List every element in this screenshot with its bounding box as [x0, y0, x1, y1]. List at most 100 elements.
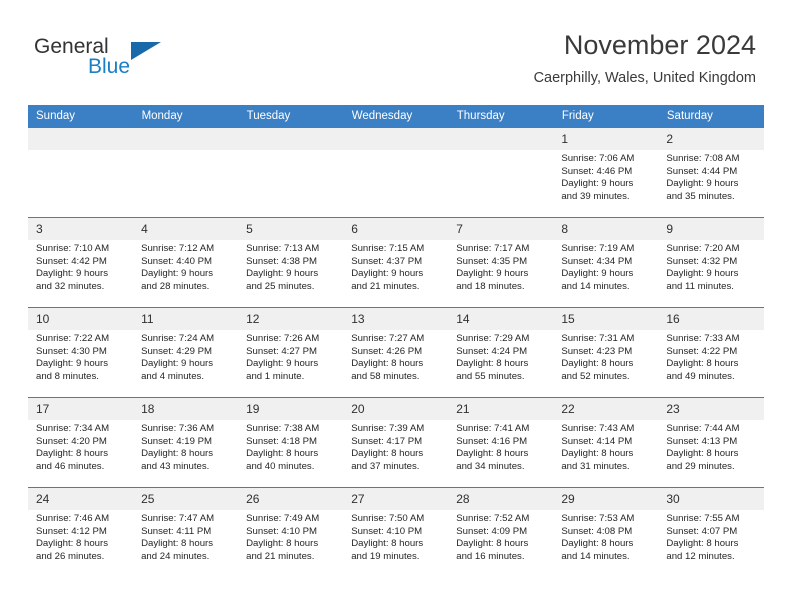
- day-sun-info-line: Sunset: 4:24 PM: [456, 345, 528, 357]
- day-sun-info-line: and 26 minutes.: [36, 550, 105, 562]
- calendar-day-cell[interactable]: 23 Sunrise: 7:44 AM Sunset: 4:13 PM Dayligh…: [658, 397, 764, 488]
- calendar-day-cell[interactable]: 21 Sunrise: 7:41 AM Sunset: 4:16 PM Dayligh…: [448, 397, 554, 488]
- day-sun-info-line: Daylight: 9 hours: [36, 268, 108, 280]
- day-cell-content: 12 Sunrise: 7:26 AM Sunset: 4:27 PM Dayligh…: [238, 308, 344, 397]
- day-sun-info: Sunrise: 7:49 AM Sunset: 4:10 PM Daylight:…: [238, 510, 343, 563]
- day-number: 13: [343, 308, 449, 330]
- day-sun-info-line: Sunset: 4:40 PM: [141, 255, 212, 267]
- day-sun-info: Sunrise: 7:39 AM Sunset: 4:17 PM Daylight:…: [343, 420, 448, 473]
- day-sun-info-line: Sunrise: 7:22 AM: [36, 333, 110, 344]
- day-sun-info: Sunrise: 7:27 AM Sunset: 4:26 PM Daylight:…: [343, 330, 448, 383]
- calendar-day-cell[interactable]: 20 Sunrise: 7:39 AM Sunset: 4:17 PM Dayligh…: [343, 397, 449, 488]
- day-number: 18: [133, 398, 239, 420]
- calendar-day-cell[interactable]: 30 Sunrise: 7:55 AM Sunset: 4:07 PM Dayligh…: [658, 487, 764, 577]
- day-sun-info: Sunrise: 7:46 AM Sunset: 4:12 PM Daylight:…: [28, 510, 133, 563]
- calendar-day-cell[interactable]: 24 Sunrise: 7:46 AM Sunset: 4:12 PM Dayligh…: [28, 487, 134, 577]
- day-number: [28, 128, 134, 150]
- day-sun-info-line: Daylight: 8 hours: [351, 448, 424, 460]
- day-sun-info-line: and 29 minutes.: [666, 460, 735, 472]
- day-sun-info-line: Sunset: 4:42 PM: [36, 255, 107, 267]
- day-sun-info-line: Sunrise: 7:19 AM: [561, 243, 635, 254]
- calendar-day-cell[interactable]: 26 Sunrise: 7:49 AM Sunset: 4:10 PM Dayligh…: [238, 487, 344, 577]
- day-sun-info-line: and 37 minutes.: [351, 460, 420, 472]
- day-sun-info-line: Sunrise: 7:27 AM: [351, 333, 425, 344]
- calendar-day-cell: [28, 127, 134, 218]
- calendar-week-row: 3 Sunrise: 7:10 AM Sunset: 4:42 PM Daylight…: [28, 217, 764, 308]
- calendar-day-cell[interactable]: 9 Sunrise: 7:20 AM Sunset: 4:32 PM Daylight…: [658, 217, 764, 308]
- calendar-day-cell[interactable]: 10 Sunrise: 7:22 AM Sunset: 4:30 PM Dayligh…: [28, 307, 134, 398]
- page-header: General Blue November 2024 Caerphilly, W…: [0, 0, 792, 100]
- calendar-day-cell[interactable]: 13 Sunrise: 7:27 AM Sunset: 4:26 PM Dayligh…: [343, 307, 449, 398]
- day-sun-info-line: Daylight: 8 hours: [456, 448, 529, 460]
- calendar-day-cell[interactable]: 16 Sunrise: 7:33 AM Sunset: 4:22 PM Dayligh…: [658, 307, 764, 398]
- day-cell-content: [238, 128, 344, 217]
- day-sun-info-line: Sunrise: 7:47 AM: [141, 513, 215, 524]
- day-sun-info: Sunrise: 7:19 AM Sunset: 4:34 PM Daylight:…: [553, 240, 658, 293]
- day-number: 15: [553, 308, 659, 330]
- calendar-day-cell[interactable]: 27 Sunrise: 7:50 AM Sunset: 4:10 PM Dayligh…: [343, 487, 449, 577]
- day-sun-info-line: Sunrise: 7:38 AM: [246, 423, 320, 434]
- day-sun-info-line: and 21 minutes.: [351, 280, 420, 292]
- calendar-day-cell[interactable]: 28 Sunrise: 7:52 AM Sunset: 4:09 PM Dayligh…: [448, 487, 554, 577]
- calendar-day-cell[interactable]: 5 Sunrise: 7:13 AM Sunset: 4:38 PM Daylight…: [238, 217, 344, 308]
- calendar-weekday-header: Sunday Monday Tuesday Wednesday Thursday…: [28, 105, 765, 128]
- calendar-day-cell[interactable]: 6 Sunrise: 7:15 AM Sunset: 4:37 PM Daylight…: [343, 217, 449, 308]
- logo-triangle-icon: [131, 42, 161, 60]
- day-cell-content: 13 Sunrise: 7:27 AM Sunset: 4:26 PM Dayligh…: [343, 308, 449, 397]
- day-cell-content: [343, 128, 449, 217]
- calendar-day-cell[interactable]: 11 Sunrise: 7:24 AM Sunset: 4:29 PM Dayligh…: [133, 307, 239, 398]
- day-cell-content: 28 Sunrise: 7:52 AM Sunset: 4:09 PM Dayligh…: [448, 488, 554, 577]
- day-sun-info-line: and 11 minutes.: [666, 280, 734, 292]
- calendar-day-cell[interactable]: 29 Sunrise: 7:53 AM Sunset: 4:08 PM Dayligh…: [553, 487, 659, 577]
- calendar-day-cell[interactable]: 22 Sunrise: 7:43 AM Sunset: 4:14 PM Dayligh…: [553, 397, 659, 488]
- day-sun-info-line: and 28 minutes.: [141, 280, 210, 292]
- day-sun-info-line: and 40 minutes.: [246, 460, 315, 472]
- day-sun-info: Sunrise: 7:29 AM Sunset: 4:24 PM Daylight:…: [448, 330, 553, 383]
- day-cell-content: 29 Sunrise: 7:53 AM Sunset: 4:08 PM Dayligh…: [553, 488, 659, 577]
- day-cell-content: 30 Sunrise: 7:55 AM Sunset: 4:07 PM Dayligh…: [658, 488, 764, 577]
- day-sun-info-line: Sunrise: 7:53 AM: [561, 513, 635, 524]
- day-number: 4: [133, 218, 239, 240]
- calendar-body: 1 Sunrise: 7:06 AM Sunset: 4:46 PM Daylight…: [28, 127, 764, 577]
- day-sun-info-line: Daylight: 9 hours: [141, 358, 214, 370]
- day-sun-info-line: Daylight: 8 hours: [246, 538, 319, 550]
- day-sun-info-line: Daylight: 8 hours: [666, 448, 739, 460]
- day-number: 10: [28, 308, 134, 330]
- day-cell-content: 9 Sunrise: 7:20 AM Sunset: 4:32 PM Daylight…: [658, 218, 764, 307]
- day-sun-info-line: Sunset: 4:10 PM: [351, 525, 423, 537]
- calendar-day-cell[interactable]: 4 Sunrise: 7:12 AM Sunset: 4:40 PM Daylight…: [133, 217, 239, 308]
- day-sun-info-line: Sunrise: 7:49 AM: [246, 513, 320, 524]
- day-number: 2: [658, 128, 764, 150]
- day-sun-info-line: and 19 minutes.: [351, 550, 420, 562]
- calendar-day-cell[interactable]: 25 Sunrise: 7:47 AM Sunset: 4:11 PM Dayligh…: [133, 487, 239, 577]
- day-sun-info: Sunrise: 7:24 AM Sunset: 4:29 PM Daylight:…: [133, 330, 238, 383]
- calendar-day-cell[interactable]: 8 Sunrise: 7:19 AM Sunset: 4:34 PM Daylight…: [553, 217, 659, 308]
- day-sun-info: Sunrise: 7:41 AM Sunset: 4:16 PM Daylight:…: [448, 420, 553, 473]
- day-sun-info-line: Daylight: 8 hours: [561, 538, 634, 550]
- calendar-day-cell[interactable]: 12 Sunrise: 7:26 AM Sunset: 4:27 PM Dayligh…: [238, 307, 344, 398]
- day-sun-info-line: Sunset: 4:09 PM: [456, 525, 528, 537]
- day-number: 23: [658, 398, 764, 420]
- calendar-day-cell[interactable]: 7 Sunrise: 7:17 AM Sunset: 4:35 PM Daylight…: [448, 217, 554, 308]
- day-sun-info: Sunrise: 7:43 AM Sunset: 4:14 PM Daylight:…: [553, 420, 658, 473]
- calendar-day-cell[interactable]: 15 Sunrise: 7:31 AM Sunset: 4:23 PM Dayligh…: [553, 307, 659, 398]
- calendar-day-cell[interactable]: 14 Sunrise: 7:29 AM Sunset: 4:24 PM Dayligh…: [448, 307, 554, 398]
- general-blue-logo: General Blue: [34, 36, 214, 84]
- day-sun-info-line: Sunrise: 7:24 AM: [141, 333, 215, 344]
- day-sun-info-line: Daylight: 9 hours: [666, 268, 739, 280]
- day-sun-info-line: Sunrise: 7:36 AM: [141, 423, 215, 434]
- day-sun-info-line: and 46 minutes.: [36, 460, 105, 472]
- day-sun-info-line: and 55 minutes.: [456, 370, 525, 382]
- day-cell-content: 24 Sunrise: 7:46 AM Sunset: 4:12 PM Dayligh…: [28, 488, 134, 577]
- day-sun-info-line: Daylight: 8 hours: [246, 448, 319, 460]
- calendar-day-cell[interactable]: 1 Sunrise: 7:06 AM Sunset: 4:46 PM Daylight…: [553, 127, 659, 218]
- calendar-day-cell[interactable]: 18 Sunrise: 7:36 AM Sunset: 4:19 PM Dayligh…: [133, 397, 239, 488]
- calendar-day-cell[interactable]: 17 Sunrise: 7:34 AM Sunset: 4:20 PM Dayligh…: [28, 397, 134, 488]
- calendar-day-cell[interactable]: 19 Sunrise: 7:38 AM Sunset: 4:18 PM Dayligh…: [238, 397, 344, 488]
- weekday-header-tuesday: Tuesday: [238, 105, 344, 128]
- day-number: [133, 128, 239, 150]
- day-sun-info-line: Daylight: 9 hours: [351, 268, 424, 280]
- calendar-day-cell[interactable]: 3 Sunrise: 7:10 AM Sunset: 4:42 PM Daylight…: [28, 217, 134, 308]
- calendar-week-row: 10 Sunrise: 7:22 AM Sunset: 4:30 PM Dayligh…: [28, 307, 764, 398]
- calendar-day-cell[interactable]: 2 Sunrise: 7:08 AM Sunset: 4:44 PM Daylight…: [658, 127, 764, 218]
